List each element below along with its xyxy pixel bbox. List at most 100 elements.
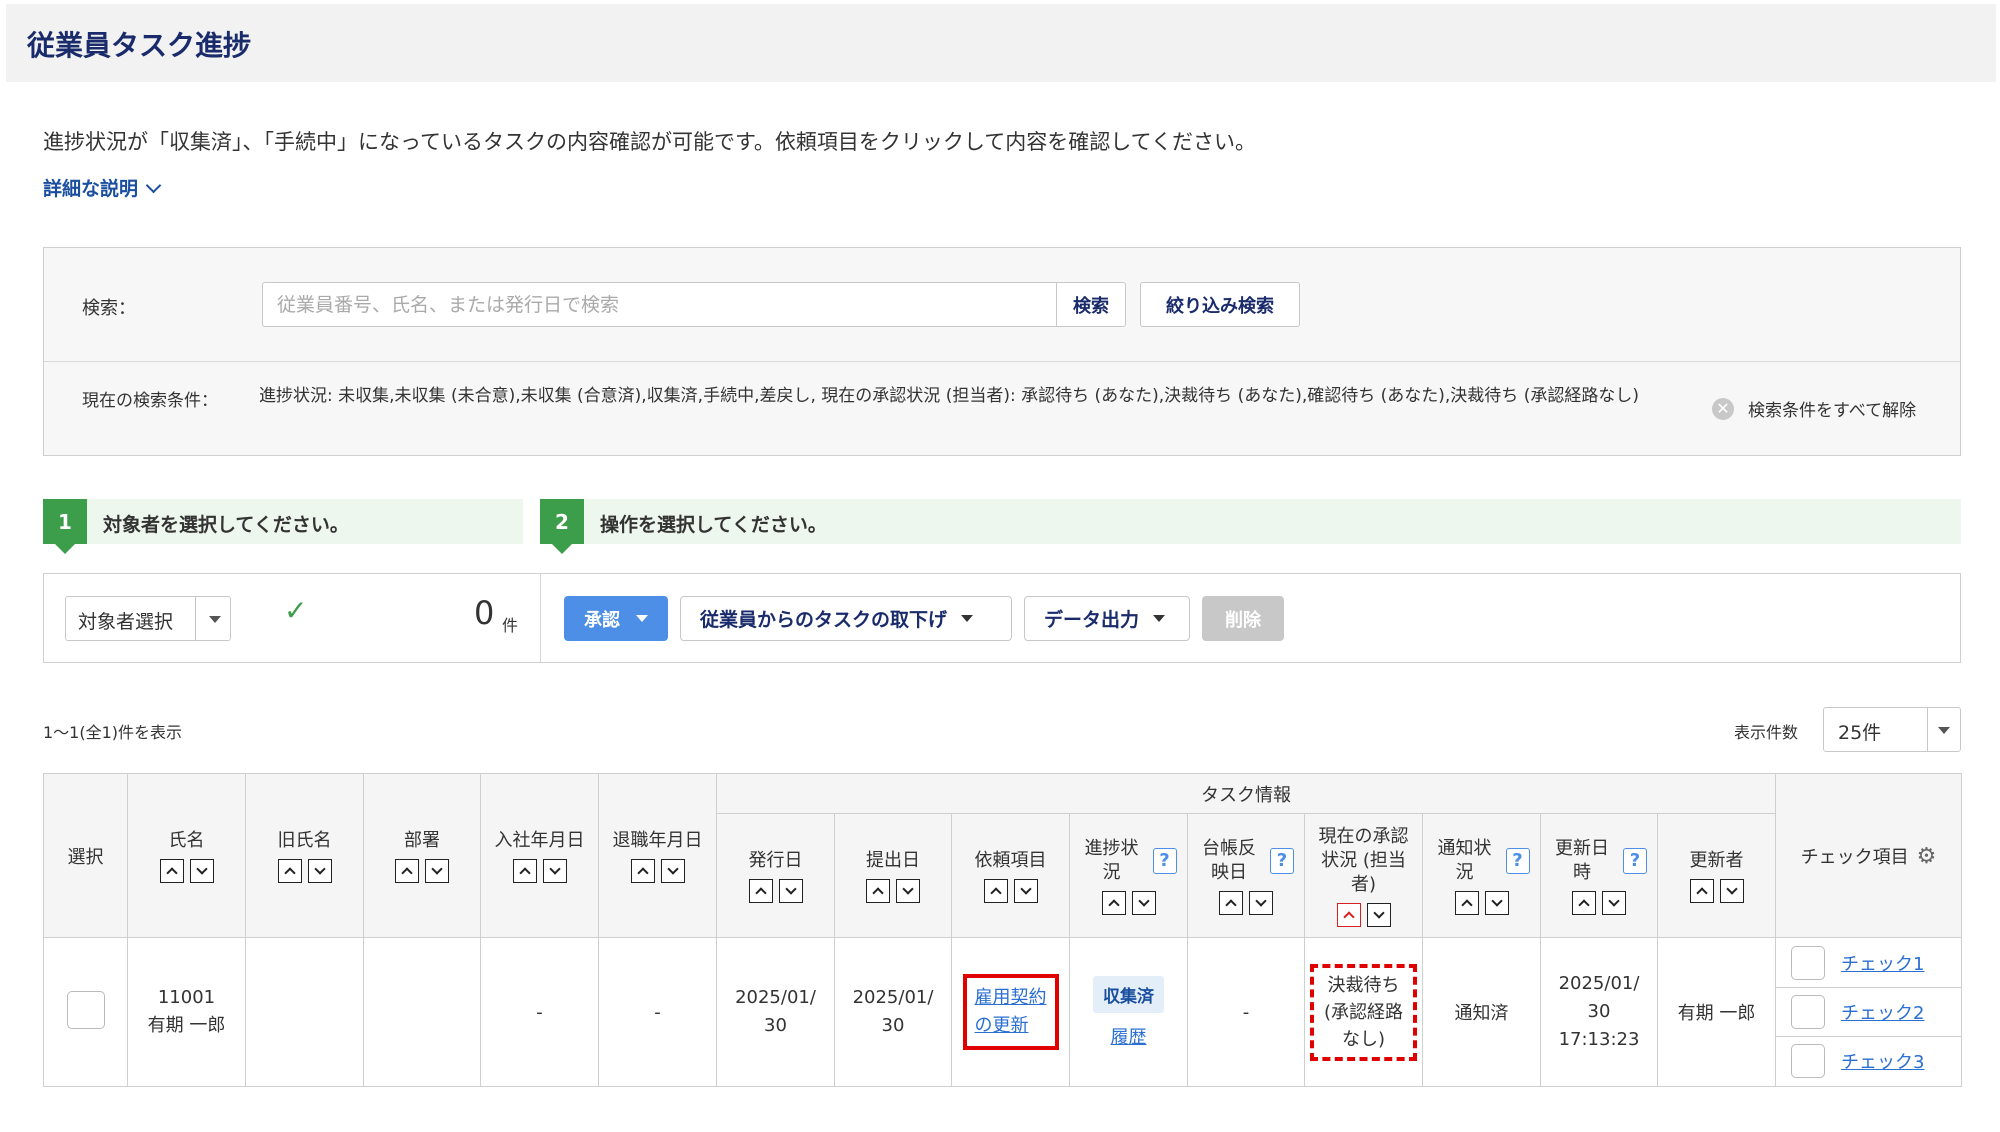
chevron-down-icon <box>145 177 162 194</box>
submit-date-line2: 30 <box>881 1015 905 1036</box>
sort-desc-icon[interactable] <box>189 858 214 883</box>
col-check-items-label: チェック項目 <box>1800 846 1909 868</box>
step-1: 1 対象者を選択してください。 <box>43 499 523 554</box>
cell-select <box>43 937 128 1087</box>
sort-asc-icon[interactable] <box>630 858 655 883</box>
sort-asc-icon[interactable] <box>1101 890 1126 915</box>
sort-desc-icon[interactable] <box>1249 890 1273 915</box>
caret-down-icon[interactable] <box>636 615 648 622</box>
col-progress-label: 進捗状況 <box>1084 837 1139 883</box>
detail-toggle-label[interactable]: 詳細な説明 <box>43 178 138 200</box>
caret-down-icon[interactable] <box>1938 727 1950 734</box>
sort-asc-icon[interactable] <box>277 858 302 883</box>
delete-button[interactable]: 削除 <box>1202 596 1284 641</box>
search-panel: 検索： 検索 絞り込み検索 現在の検索条件： 進捗状況: 未収集,未収集 (未合… <box>43 247 1961 456</box>
sort-desc-icon[interactable] <box>1719 878 1744 903</box>
help-icon[interactable]: ? <box>1152 847 1177 874</box>
updated-at-line3: 17:13:23 <box>1558 1029 1640 1050</box>
sort-desc-icon[interactable] <box>1366 902 1391 927</box>
check-item-link[interactable]: チェック2 <box>1841 999 1924 1025</box>
withdraw-task-button[interactable]: 従業員からのタスクの取下げ <box>680 596 1012 641</box>
sort-asc-icon[interactable] <box>1336 902 1361 927</box>
result-count: 1〜1(全1)件を表示 <box>43 723 183 742</box>
sort-desc-icon[interactable] <box>1131 890 1156 915</box>
sort-asc-icon[interactable] <box>1454 890 1479 915</box>
check-item-link[interactable]: チェック3 <box>1841 1048 1924 1074</box>
sort-asc-icon[interactable] <box>748 878 773 903</box>
step-2-number: 2 <box>540 499 584 554</box>
cell-issue-date: 2025/01/30 <box>716 937 835 1087</box>
sort-asc-icon[interactable] <box>1572 890 1596 915</box>
request-item-highlight: 雇用契約 の更新 <box>962 974 1059 1050</box>
search-divider <box>44 361 1960 362</box>
page-size-value[interactable]: 25件 <box>1838 718 1881 745</box>
sort-desc-icon[interactable] <box>1013 878 1038 903</box>
clear-all-label[interactable]: 検索条件をすべて解除 <box>1748 396 1916 421</box>
sort-desc-icon[interactable] <box>542 858 567 883</box>
row-select-checkbox[interactable] <box>66 990 105 1029</box>
caret-down-icon[interactable] <box>961 615 974 622</box>
sort-desc-icon[interactable] <box>660 858 685 883</box>
withdraw-label[interactable]: 従業員からのタスクの取下げ <box>700 605 947 632</box>
page-size-select[interactable]: 25件 <box>1823 707 1961 752</box>
step-2: 2 操作を選択してください。 <box>540 499 1961 554</box>
target-select-dropdown[interactable]: 対象者選択 <box>65 596 231 641</box>
list-item: チェック3 <box>1776 1037 1961 1086</box>
col-submit-date-label: 提出日 <box>866 849 920 871</box>
clear-all-conditions[interactable]: ✕ 検索条件をすべて解除 <box>1712 396 1916 421</box>
sort-asc-icon[interactable] <box>159 858 184 883</box>
request-item-line1[interactable]: 雇用契約 <box>975 987 1047 1008</box>
check-list: チェック1 チェック2 チェック3 <box>1776 939 1962 1086</box>
caret-down-icon[interactable] <box>1153 615 1166 622</box>
filter-search-button[interactable]: 絞り込み検索 <box>1140 282 1300 327</box>
search-label: 検索： <box>82 298 136 319</box>
sort-desc-icon[interactable] <box>425 858 449 883</box>
help-icon[interactable]: ? <box>1505 847 1530 874</box>
sort-desc-icon[interactable] <box>896 878 920 903</box>
col-name: 氏名 <box>127 773 246 938</box>
approve-label[interactable]: 承認 <box>584 606 620 632</box>
export-button[interactable]: データ出力 <box>1024 596 1190 641</box>
sort-asc-icon[interactable] <box>512 858 537 883</box>
approval-line1: 決裁待ち <box>1327 974 1400 996</box>
help-icon[interactable]: ? <box>1623 847 1647 874</box>
search-button[interactable]: 検索 <box>1056 282 1126 327</box>
sort-desc-icon[interactable] <box>778 878 803 903</box>
sort-desc-icon[interactable] <box>1602 890 1626 915</box>
gear-icon[interactable]: ⚙ <box>1917 844 1937 869</box>
caret-down-icon[interactable] <box>209 616 221 623</box>
detail-toggle[interactable]: 詳細な説明 <box>43 174 162 201</box>
check-item-checkbox[interactable] <box>1791 994 1826 1029</box>
col-updated-by-label: 更新者 <box>1689 849 1744 871</box>
approve-button[interactable]: 承認 <box>564 596 668 641</box>
list-item: チェック2 <box>1776 988 1962 1037</box>
selected-count-unit: 件 <box>502 616 519 635</box>
target-select-label[interactable]: 対象者選択 <box>78 607 173 634</box>
history-link[interactable]: 履歴 <box>1111 1027 1147 1048</box>
list-item: チェック1 <box>1776 939 1962 988</box>
task-info-group-header: タスク情報 <box>715 773 1777 814</box>
sort-asc-icon[interactable] <box>1219 890 1243 915</box>
sort-asc-icon[interactable] <box>395 858 419 883</box>
search-input[interactable] <box>262 282 1057 327</box>
check-icon: ✓ <box>284 594 308 627</box>
sort-asc-icon[interactable] <box>866 878 890 903</box>
selected-count: 0 <box>474 594 495 632</box>
sort-desc-icon[interactable] <box>307 858 332 883</box>
clear-circle-icon[interactable]: ✕ <box>1712 397 1734 420</box>
col-dept-label: 部署 <box>404 829 440 851</box>
page-title: 従業員タスク進捗 <box>27 29 252 62</box>
check-item-checkbox[interactable] <box>1791 945 1826 980</box>
step-1-text: 対象者を選択してください。 <box>103 514 349 536</box>
help-icon[interactable]: ? <box>1270 847 1294 874</box>
request-item-line2[interactable]: の更新 <box>975 1015 1029 1036</box>
check-item-link[interactable]: チェック1 <box>1841 950 1924 976</box>
request-item-link[interactable]: 雇用契約 の更新 <box>975 987 1047 1036</box>
export-label[interactable]: データ出力 <box>1044 605 1139 632</box>
col-select: 選択 <box>43 773 128 938</box>
check-item-checkbox[interactable] <box>1791 1044 1826 1078</box>
col-name-label: 氏名 <box>168 829 205 851</box>
sort-asc-icon[interactable] <box>1689 878 1714 903</box>
sort-asc-icon[interactable] <box>983 878 1008 903</box>
sort-desc-icon[interactable] <box>1484 890 1509 915</box>
